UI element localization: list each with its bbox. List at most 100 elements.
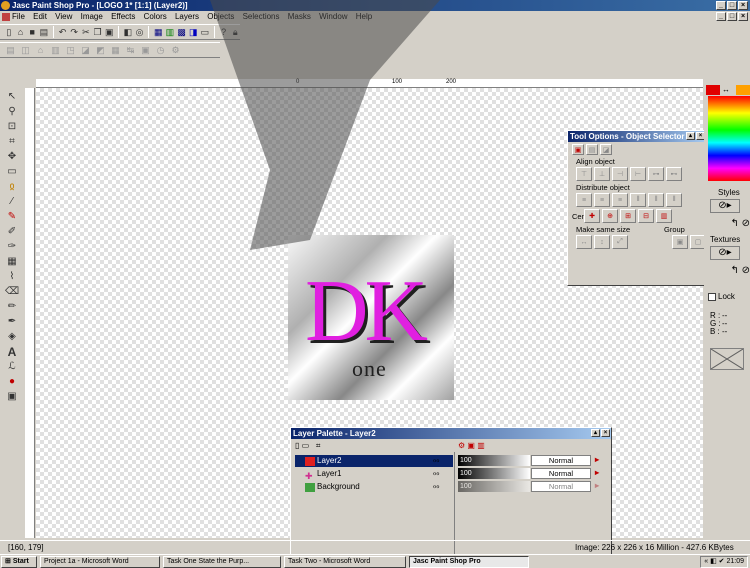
picture-tube-icon[interactable]: ✏	[5, 300, 19, 313]
layer-opacity[interactable]: 100	[458, 468, 530, 479]
scratch-remover-icon[interactable]: ⌇	[5, 270, 19, 283]
arrange-button[interactable]: ▥	[656, 209, 672, 223]
save-icon[interactable]: ■	[27, 26, 37, 38]
tool-option-icon[interactable]: ▣	[139, 44, 152, 56]
distribute-top-button[interactable]: ≡	[576, 193, 592, 207]
eraser-icon[interactable]: ⌫	[5, 285, 19, 298]
layer-mask-icon[interactable]: ▸	[595, 468, 605, 478]
menu-colors[interactable]: Colors	[144, 12, 167, 21]
arrow-tool-icon[interactable]: ↖	[5, 90, 19, 103]
print-icon[interactable]: ▤	[39, 26, 49, 38]
same-height-button[interactable]: ↕	[594, 235, 610, 249]
layer-name[interactable]: Layer1	[295, 468, 453, 480]
maximize-button[interactable]: □	[727, 1, 737, 10]
center-horizontal-button[interactable]: ⊕	[602, 209, 618, 223]
menu-image[interactable]: Image	[81, 12, 103, 21]
tab-mask-icon[interactable]: ▥	[477, 441, 485, 450]
layer-name[interactable]: Layer2	[295, 455, 453, 467]
menu-selections[interactable]: Selections	[243, 12, 280, 21]
distribute-vcenter-button[interactable]: ≡	[612, 193, 628, 207]
menu-view[interactable]: View	[55, 12, 72, 21]
tray-icons[interactable]: « ◧ ✔	[704, 558, 726, 565]
tool-option-icon[interactable]: ▥	[49, 44, 62, 56]
distribute-right-button[interactable]: ⦀	[648, 193, 664, 207]
tab-extra-icon[interactable]: ◪	[600, 144, 612, 155]
visibility-icon[interactable]: ℴℴ	[433, 468, 439, 480]
paint-brush-icon[interactable]: ✎	[5, 210, 19, 223]
layer-palette-title-bar[interactable]: Layer Palette - Layer2 ▴ ×	[291, 428, 611, 439]
background-texture-swatch[interactable]: ↰ ⊘	[706, 263, 750, 279]
layer-row[interactable]: ⊟ Layer2 ℴℴ 100 Normal ▸	[291, 455, 613, 467]
tool-options-title-bar[interactable]: Tool Options - Object Selector ▴ ×	[568, 131, 706, 142]
center-on-canvas-button[interactable]: ✚	[584, 209, 600, 223]
minimize-button[interactable]: _	[716, 1, 726, 10]
layer-mask-icon[interactable]: ▸	[595, 455, 605, 465]
distribute-bottom-button[interactable]: ≡	[594, 193, 610, 207]
menu-layers[interactable]: Layers	[175, 12, 199, 21]
close-button[interactable]: ×	[738, 1, 748, 10]
replacer-icon[interactable]: ✑	[5, 240, 19, 253]
align-bottom-button[interactable]: ⊥	[594, 167, 610, 181]
menu-effects[interactable]: Effects	[111, 12, 135, 21]
doc-close-button[interactable]: ×	[738, 12, 748, 21]
preset-shapes-icon[interactable]: ●	[5, 375, 19, 388]
layer-opacity[interactable]: 100	[458, 455, 530, 466]
tool-option-icon[interactable]: ⌂	[34, 44, 47, 56]
deform-tool-icon[interactable]: ⊡	[5, 120, 19, 133]
toggle-tools-icon[interactable]: ▦	[153, 26, 163, 38]
tool-option-icon[interactable]: ▦	[109, 44, 122, 56]
layer-mask-icon[interactable]: ▸	[595, 481, 605, 491]
layer-opacity[interactable]: 100	[458, 481, 530, 492]
visibility-icon[interactable]: ℴℴ	[433, 455, 439, 467]
distribute-hcenter-button[interactable]: ⦀	[666, 193, 682, 207]
menu-objects[interactable]: Objects	[207, 12, 234, 21]
airbrush-icon[interactable]: ✒	[5, 315, 19, 328]
retouch-icon[interactable]: ▦	[5, 255, 19, 268]
redo-icon[interactable]: ↷	[69, 26, 79, 38]
distribute-left-button[interactable]: ⦀	[630, 193, 646, 207]
swap-colors-icon[interactable]: ↔	[722, 85, 732, 95]
flood-fill-icon[interactable]: ◈	[5, 330, 19, 343]
visibility-icon[interactable]: ℴℴ	[433, 481, 439, 493]
cut-icon[interactable]: ✂	[81, 26, 91, 38]
doc-minimize-button[interactable]: _	[716, 12, 726, 21]
undo-icon[interactable]: ↶	[58, 26, 68, 38]
foreground-swatch[interactable]	[706, 85, 720, 95]
align-top-button[interactable]: ⊤	[576, 167, 592, 181]
dropper-tool-icon[interactable]: ⁄	[5, 195, 19, 208]
paste-icon[interactable]: ▣	[104, 26, 114, 38]
same-both-button[interactable]: ⤢	[612, 235, 628, 249]
lock-checkbox[interactable]	[708, 293, 716, 301]
layer-row[interactable]: Background ℴℴ 100 Normal ▸	[291, 481, 613, 493]
tab-options-icon[interactable]: ▣	[572, 144, 584, 155]
layer-name[interactable]: Background	[295, 481, 453, 493]
tab-blend-icon[interactable]: ▣	[467, 441, 475, 450]
tool-option-icon[interactable]: ↹	[124, 44, 137, 56]
new-layer-icon[interactable]: ▯	[295, 441, 299, 450]
tab-tool-icon[interactable]: ▤	[586, 144, 598, 155]
lasso-tool-icon[interactable]: ჲ	[5, 180, 19, 193]
toggle-palette-icon[interactable]: ▥	[165, 26, 175, 38]
help-pointer-icon[interactable]: ?	[219, 26, 229, 38]
layer-blend-mode[interactable]: Normal	[531, 481, 591, 492]
layer-palette-pin-button[interactable]: ▴	[591, 429, 600, 437]
toggle-layers-icon[interactable]: ◨	[188, 26, 198, 38]
menu-window[interactable]: Window	[319, 12, 347, 21]
layer-properties-icon[interactable]: ⌗	[316, 441, 321, 450]
tool-option-icon[interactable]: ▤	[4, 44, 17, 56]
color-picker[interactable]	[708, 96, 750, 181]
menu-file[interactable]: File	[12, 12, 25, 21]
start-button[interactable]: ⊞ Start	[1, 555, 37, 568]
delete-layer-icon[interactable]: ▭	[302, 441, 310, 450]
group-button[interactable]: ▣	[672, 235, 688, 249]
same-width-button[interactable]: ↔	[576, 235, 592, 249]
draw-tool-icon[interactable]: ℒ	[5, 360, 19, 373]
mover-tool-icon[interactable]: ✥	[5, 150, 19, 163]
foreground-style-swatch[interactable]: ⊘▸	[710, 199, 740, 213]
taskbar-item[interactable]: Task One State the Purp...	[163, 555, 281, 568]
selection-tool-icon[interactable]: ▭	[5, 165, 19, 178]
layer-row[interactable]: Layer1 ✚ ℴℴ 100 Normal ▸	[291, 468, 613, 481]
foreground-texture-swatch[interactable]: ⊘▸	[710, 246, 740, 260]
taskbar-item-active[interactable]: Jasc Paint Shop Pro	[409, 555, 529, 568]
tool-option-icon[interactable]: ⚙	[169, 44, 182, 56]
